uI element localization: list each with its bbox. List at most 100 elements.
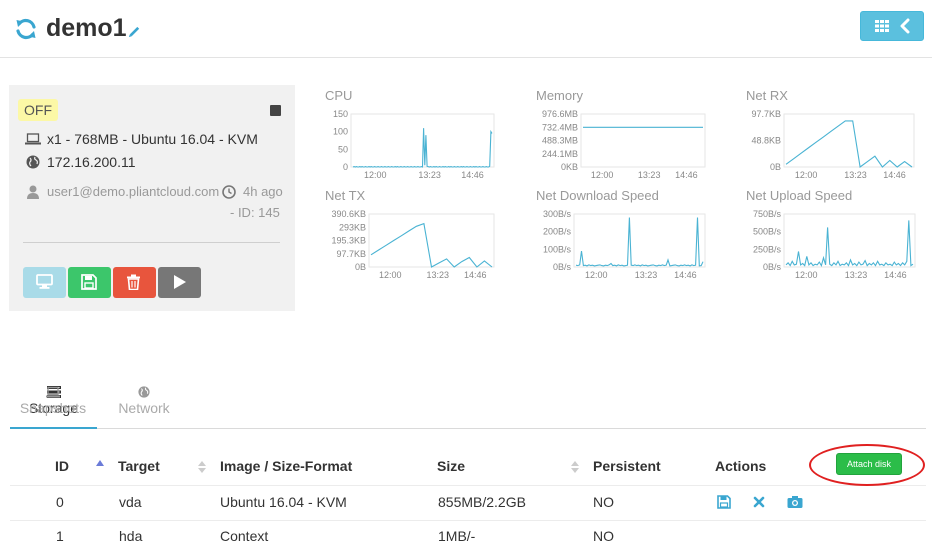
vm-age: 4h ago — [243, 184, 283, 199]
globe-icon — [26, 155, 40, 169]
x-tick-label: 12:00 — [795, 170, 818, 180]
grid-icon — [875, 20, 889, 32]
vm-id: - ID: 145 — [230, 205, 280, 220]
tab-network[interactable]: Network — [103, 380, 185, 429]
delete-button[interactable] — [113, 267, 156, 298]
attach-disk-highlight — [809, 444, 925, 486]
y-tick-label: 48.8KB — [751, 136, 781, 146]
column-header-target[interactable]: Target — [118, 458, 160, 474]
vm-spec: x1 - 768MB - Ubuntu 16.04 - KVM — [47, 131, 258, 147]
monitor-icon — [36, 274, 53, 289]
y-tick-label: 97.7KB — [336, 249, 366, 259]
chart-net-download-speed: Net Download Speed 300B/s 200B/s 100B/s 0B/s… — [536, 188, 716, 288]
laptop-icon — [25, 133, 41, 145]
cell-id: 0 — [56, 494, 64, 510]
y-tick-label: 0KB — [561, 162, 578, 172]
tab-bar: Storage Network Snapshots — [10, 380, 926, 429]
column-header-id[interactable]: ID — [55, 458, 69, 474]
save-button[interactable] — [68, 267, 111, 298]
x-tick-label: 14:46 — [675, 170, 698, 180]
chart-plot: 750B/s 500B/s 250B/s 0B/s 12:00 13:23 14:46 — [753, 209, 916, 280]
y-tick-label: 0 — [343, 162, 348, 172]
series-line — [575, 217, 704, 267]
series-line — [785, 220, 914, 267]
cell-target: vda — [119, 494, 142, 510]
y-tick-label: 50 — [338, 144, 348, 154]
column-header-persistent[interactable]: Persistent — [593, 458, 661, 474]
chart-memory: Memory 976.6MB 732.4MB 488.3MB 244.1MB 0KB 12:… — [536, 88, 716, 188]
vm-ip: 172.16.200.11 — [47, 154, 136, 170]
chart-plot: 150 100 50 0 12:00 13:23 14:46 — [333, 109, 495, 180]
tab-label: Snapshots — [19, 400, 87, 416]
column-header-size[interactable]: Size — [437, 458, 465, 474]
plot-frame — [783, 113, 915, 168]
cell-target: hda — [119, 528, 143, 544]
y-tick-label: 0B — [355, 262, 366, 272]
user-icon — [27, 185, 39, 199]
column-header-actions: Actions — [715, 458, 767, 474]
x-tick-label: 14:46 — [464, 270, 487, 280]
x-tick-label: 13:23 — [426, 270, 449, 280]
y-tick-label: 500B/s — [753, 227, 782, 237]
save-icon[interactable] — [717, 495, 731, 509]
cell-image: Ubuntu 16.04 - KVM — [220, 494, 347, 510]
plot-frame — [783, 213, 916, 268]
vm-owner: user1@demo.pliantcloud.com — [47, 184, 220, 199]
stop-icon[interactable] — [270, 105, 281, 116]
x-tick-label: 13:23 — [844, 170, 867, 180]
tab-snapshots[interactable]: Snapshots — [10, 380, 96, 429]
y-tick-label: 976.6MB — [542, 109, 578, 119]
card-divider — [23, 242, 280, 243]
cell-size: 1MB/- — [438, 528, 476, 544]
y-tick-label: 293KB — [339, 222, 366, 232]
chart-plot: 300B/s 200B/s 100B/s 0B/s 12:00 13:23 14:46 — [543, 209, 706, 280]
plot-frame — [580, 113, 706, 168]
x-tick-label: 12:00 — [364, 170, 387, 180]
chart-net-upload-speed: Net Upload Speed 750B/s 500B/s 250B/s 0B/s 12… — [746, 188, 926, 288]
chart-net-rx: Net RX 97.7KB 48.8KB 0B 12:00 13:23 14:46 — [746, 88, 926, 188]
x-tick-label: 14:46 — [461, 170, 484, 180]
refresh-icon[interactable] — [14, 17, 38, 41]
plot-frame — [573, 213, 706, 268]
chart-plot: 976.6MB 732.4MB 488.3MB 244.1MB 0KB 12:00 13:2… — [542, 109, 706, 180]
laptop-icon — [46, 386, 60, 398]
sort-asc-icon[interactable] — [96, 459, 104, 473]
camera-icon[interactable] — [787, 495, 803, 509]
y-tick-label: 390.6KB — [331, 209, 366, 219]
tab-label: Network — [118, 400, 170, 416]
cell-persistent: NO — [593, 494, 614, 510]
sort-icon[interactable] — [571, 460, 579, 474]
floppy-icon — [81, 274, 97, 290]
page-header: demo1 — [0, 0, 932, 58]
trash-icon — [127, 274, 140, 290]
y-tick-label: 244.1MB — [542, 149, 578, 159]
x-tick-label: 12:00 — [795, 270, 818, 280]
series-line — [352, 128, 493, 168]
y-tick-label: 0B — [770, 162, 781, 172]
x-tick-label: 14:46 — [884, 270, 907, 280]
chart-cpu: CPU 150 100 50 0 12:00 13:23 14:46 — [325, 88, 505, 188]
globe-icon — [138, 386, 150, 398]
cell-size: 855MB/2.2GB — [438, 494, 526, 510]
pencil-icon[interactable] — [127, 24, 142, 39]
y-tick-label: 100 — [333, 127, 348, 137]
header-divider — [10, 485, 926, 486]
play-button[interactable] — [158, 267, 201, 298]
series-line — [370, 222, 493, 268]
cell-persistent: NO — [593, 528, 614, 544]
y-tick-label: 300B/s — [543, 209, 572, 219]
row-divider — [10, 520, 926, 521]
sort-icon[interactable] — [198, 460, 206, 474]
y-tick-label: 750B/s — [753, 209, 782, 219]
column-header-image[interactable]: Image / Size-Format — [220, 458, 352, 474]
toggle-panel-button[interactable] — [860, 11, 924, 41]
clock-icon — [222, 185, 236, 199]
close-icon[interactable] — [752, 495, 766, 509]
state-badge: OFF — [18, 99, 58, 121]
y-tick-label: 195.3KB — [331, 236, 366, 246]
chevron-left-icon — [900, 18, 910, 34]
vnc-button[interactable] — [23, 267, 66, 298]
x-tick-label: 12:00 — [585, 270, 608, 280]
x-tick-label: 14:46 — [883, 170, 906, 180]
plot-frame — [368, 213, 495, 268]
